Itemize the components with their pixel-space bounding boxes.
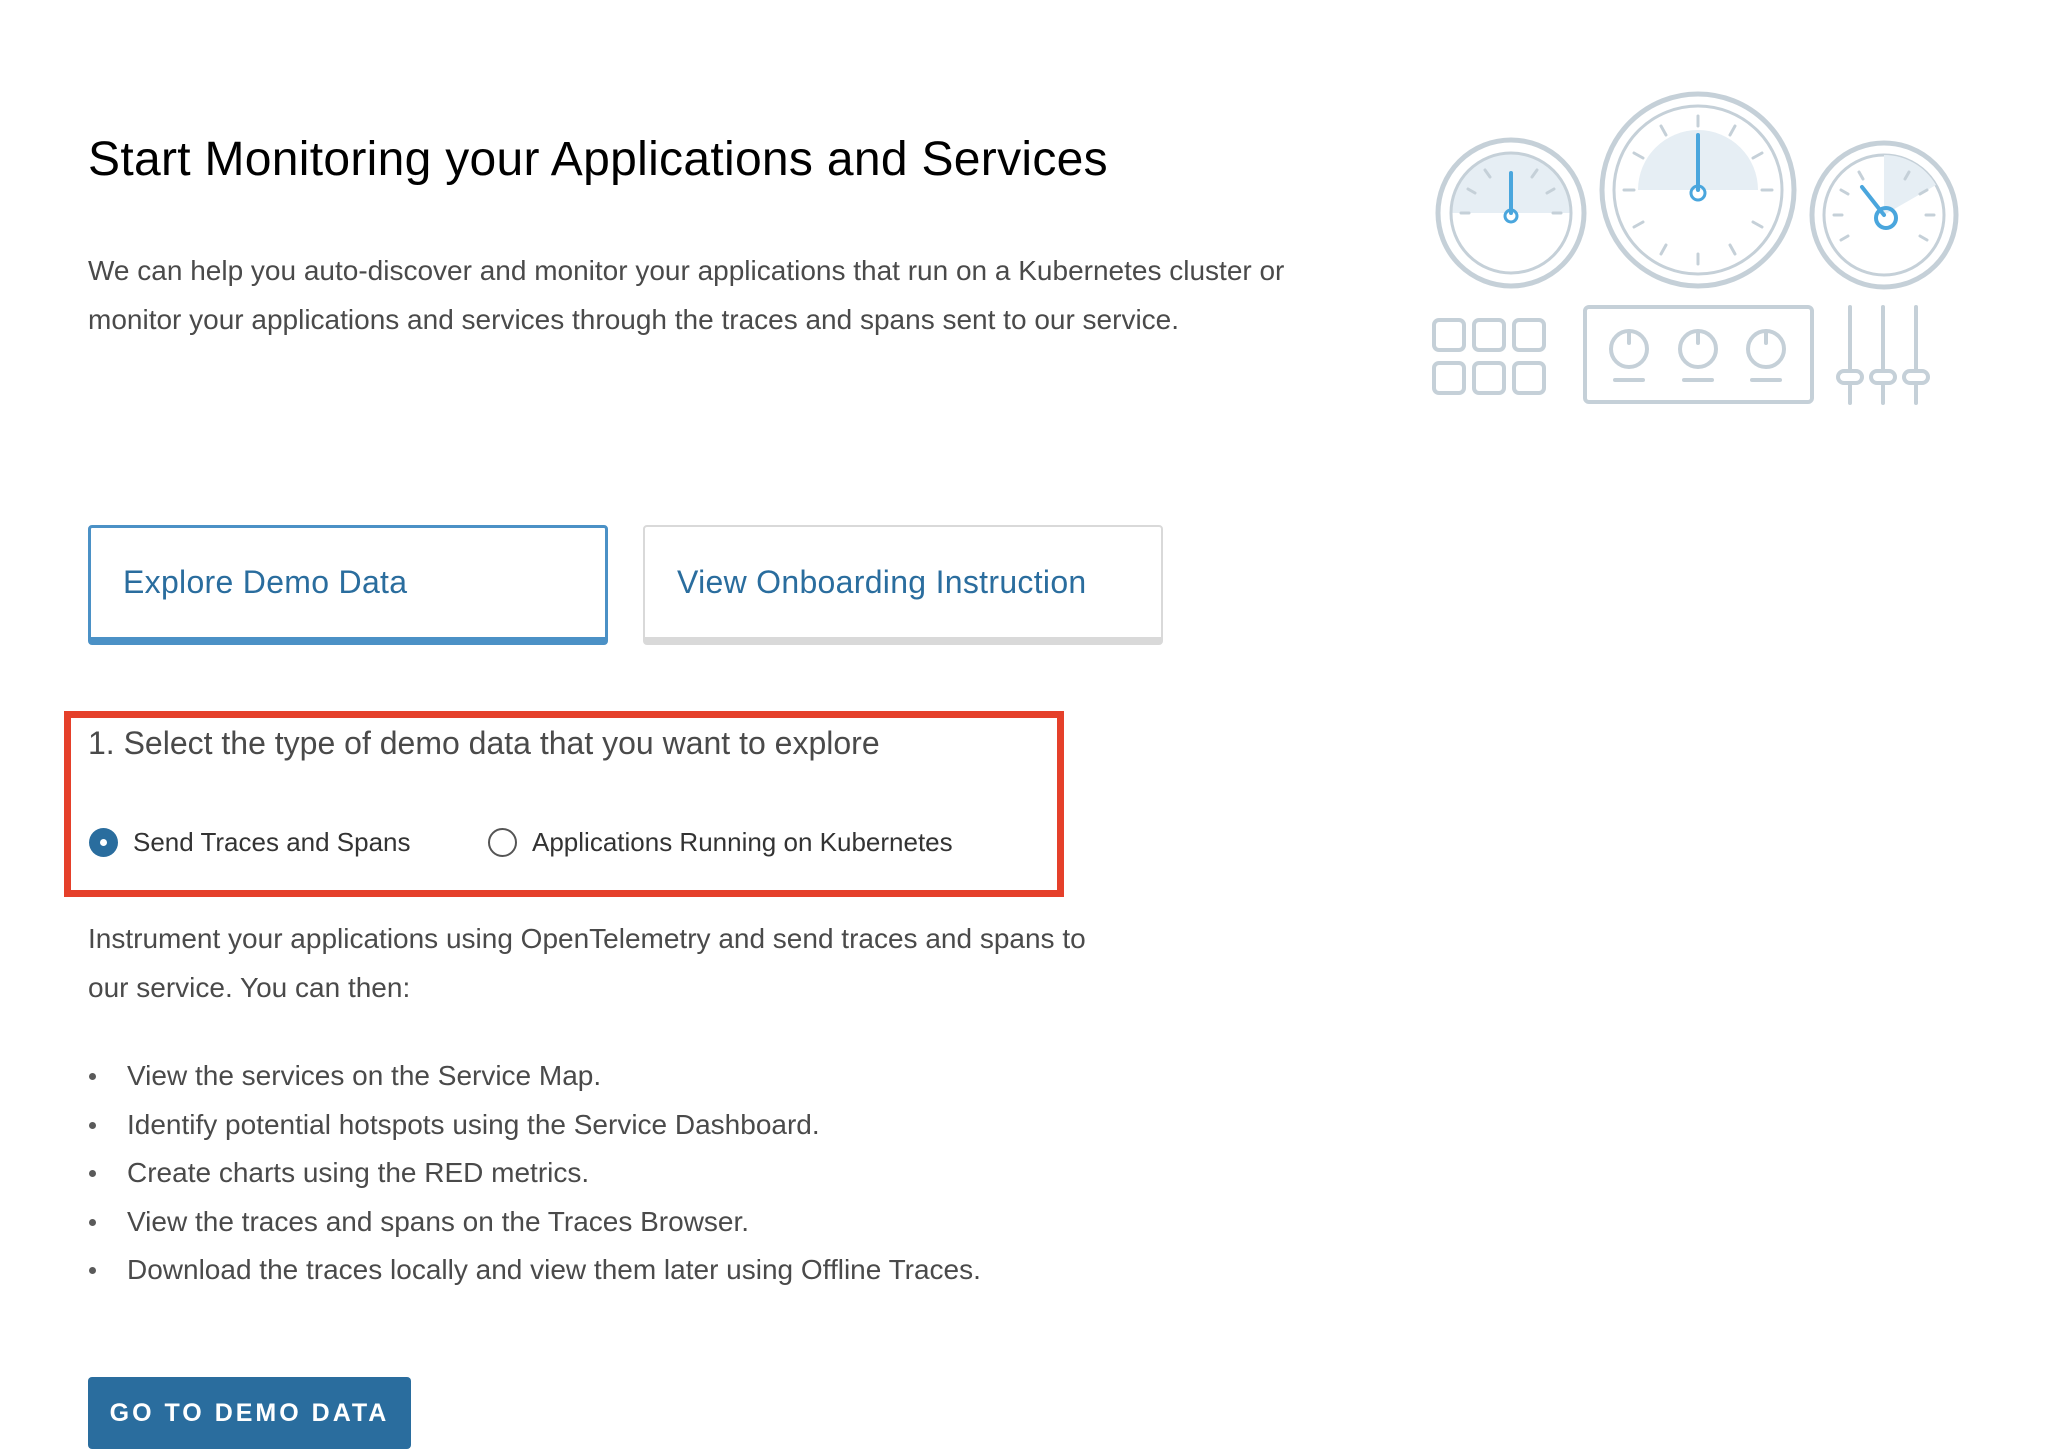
- list-item-text: Identify potential hotspots using the Se…: [127, 1108, 820, 1140]
- bullet-icon: [89, 1267, 96, 1274]
- page-title: Start Monitoring your Applications and S…: [88, 133, 1108, 186]
- list-item-text: View the services on the Service Map.: [127, 1060, 602, 1091]
- go-to-demo-data-button[interactable]: GO TO DEMO DATA: [88, 1377, 411, 1449]
- bullet-icon: [89, 1121, 96, 1129]
- explore-demo-data-card[interactable]: Explore Demo Data: [88, 525, 608, 645]
- radio-button-checked[interactable]: [89, 827, 118, 857]
- list-item-text: Create charts using the RED metrics.: [127, 1157, 590, 1188]
- view-onboarding-instruction-card[interactable]: View Onboarding Instruction: [643, 525, 1163, 645]
- list-item: View the traces and spans on the Traces …: [88, 1198, 981, 1247]
- step-heading: 1. Select the type of demo data that you…: [88, 725, 880, 761]
- right-gauge-icon: [1809, 140, 1959, 290]
- bullet-icon: [89, 1170, 96, 1177]
- list-item: Create charts using the RED metrics.: [88, 1149, 981, 1198]
- radio-label: Applications Running on Kubernetes: [532, 826, 953, 857]
- radio-send-traces-and-spans[interactable]: Send Traces and Spans: [89, 822, 411, 862]
- radio-button-unchecked[interactable]: [488, 827, 517, 857]
- slider-controls-icon: [1836, 305, 1930, 405]
- bullet-icon: [89, 1073, 96, 1080]
- explore-demo-data-label: Explore Demo Data: [123, 564, 408, 600]
- list-item-text: Download the traces locally and view the…: [127, 1254, 981, 1285]
- knob-panel-icon: [1583, 305, 1814, 404]
- radio-applications-on-kubernetes[interactable]: Applications Running on Kubernetes: [488, 822, 953, 862]
- list-item: View the services on the Service Map.: [88, 1052, 981, 1101]
- radio-label: Send Traces and Spans: [133, 826, 411, 857]
- list-item: Download the traces locally and view the…: [88, 1246, 981, 1295]
- demo-description: Instrument your applications using OpenT…: [88, 923, 1086, 1003]
- bullet-icon: [89, 1218, 96, 1226]
- view-onboarding-instruction-label: View Onboarding Instruction: [677, 563, 1087, 600]
- dashboard-gauges-illustration: [1432, 91, 1959, 405]
- list-item-text: View the traces and spans on the Traces …: [127, 1205, 750, 1237]
- button-grid-icon: [1432, 318, 1546, 395]
- intro-text: We can help you auto-discover and monito…: [88, 255, 1285, 335]
- center-gauge-icon: [1599, 91, 1797, 289]
- capabilities-list: View the services on the Service Map. Id…: [88, 1052, 981, 1295]
- list-item: Identify potential hotspots using the Se…: [88, 1101, 981, 1150]
- left-gauge-icon: [1435, 137, 1587, 289]
